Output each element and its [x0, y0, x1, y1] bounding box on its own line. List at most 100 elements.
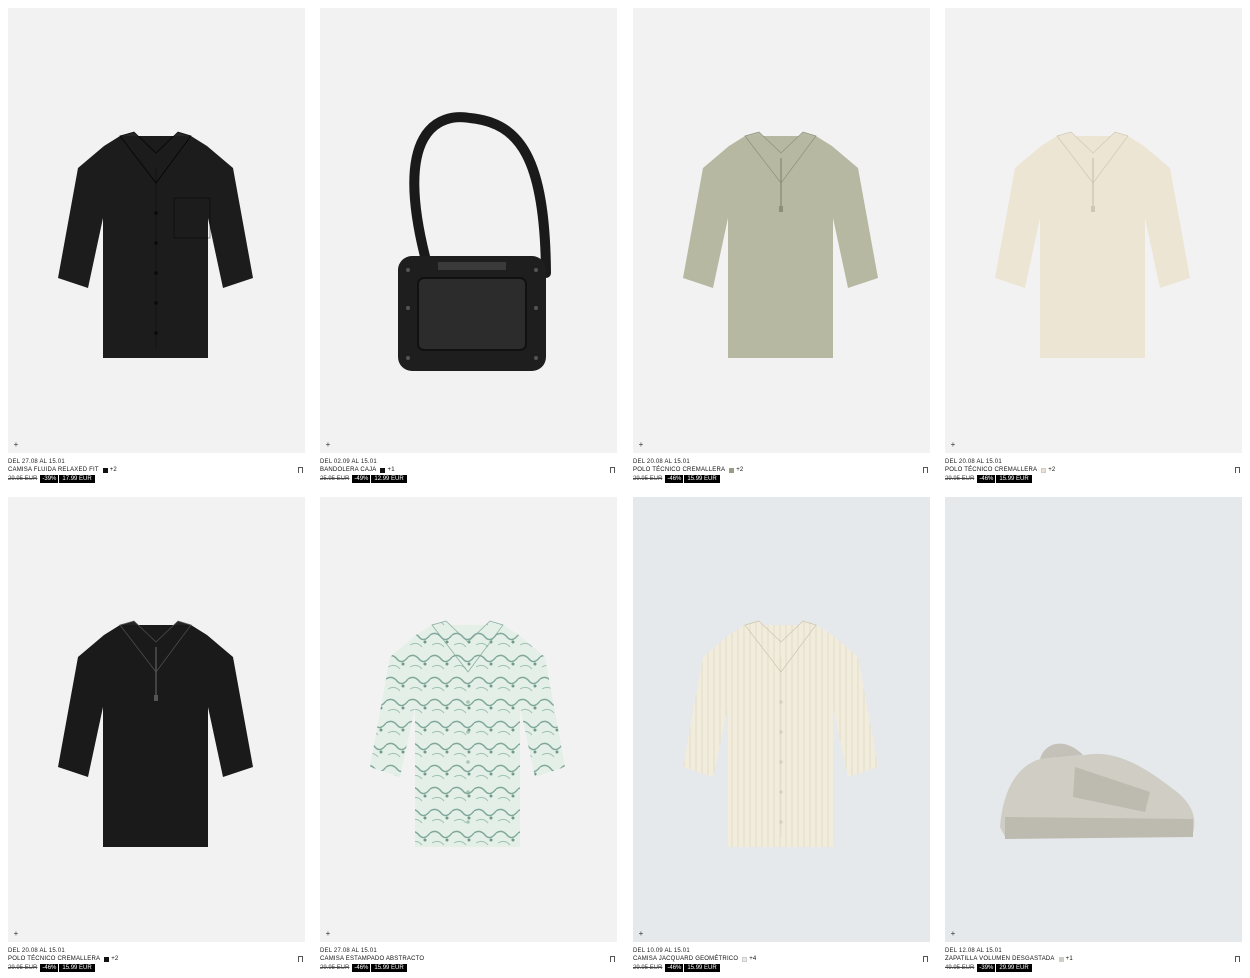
- original-price: 49.95 EUR: [945, 965, 975, 971]
- price-row: 29.95 EUR -46% 15.99 EUR: [320, 964, 617, 972]
- sale-price: 15.99 EUR: [371, 964, 407, 972]
- bookmark-icon[interactable]: [923, 467, 928, 473]
- color-swatch[interactable]: [742, 956, 748, 962]
- product-image[interactable]: +: [945, 8, 1242, 453]
- product-info: DEL 20.08 AL 15.01 POLO TÉCNICO CREMALLE…: [633, 453, 930, 487]
- color-count[interactable]: +2: [736, 466, 743, 474]
- original-price: 25.95 EUR: [320, 476, 350, 482]
- discount-badge: -46%: [977, 475, 996, 483]
- sale-price: 15.99 EUR: [996, 475, 1032, 483]
- discount-badge: -46%: [352, 964, 371, 972]
- offer-dates: DEL 20.08 AL 15.01: [945, 459, 1002, 465]
- bookmark-icon[interactable]: [298, 956, 303, 962]
- original-price: 29.95 EUR: [8, 476, 38, 482]
- color-count[interactable]: +2: [1048, 466, 1055, 474]
- product-name[interactable]: CAMISA FLUIDA RELAXED FIT: [8, 466, 99, 474]
- bookmark-icon[interactable]: [610, 467, 615, 473]
- add-to-cart-icon[interactable]: +: [637, 441, 645, 449]
- sale-price: 15.99 EUR: [684, 964, 720, 972]
- color-swatch[interactable]: [1041, 467, 1047, 473]
- product-image[interactable]: +: [8, 497, 305, 942]
- color-count[interactable]: +1: [387, 466, 394, 474]
- color-swatch[interactable]: [102, 467, 108, 473]
- bookmark-icon[interactable]: [298, 467, 303, 473]
- product-card[interactable]: + DEL 12.08 AL 15.01 ZAPATILLA VOLUMEN D…: [945, 497, 1242, 976]
- add-to-cart-icon[interactable]: +: [324, 441, 332, 449]
- bookmark-icon[interactable]: [1235, 956, 1240, 962]
- offer-dates: DEL 20.08 AL 15.01: [8, 948, 65, 954]
- product-name[interactable]: BANDOLERA CAJA: [320, 466, 376, 474]
- color-count[interactable]: +2: [111, 955, 118, 963]
- color-swatch[interactable]: [729, 467, 735, 473]
- discount-badge: -46%: [40, 964, 59, 972]
- sale-price: 12.99 EUR: [371, 475, 407, 483]
- offer-dates: DEL 12.08 AL 15.01: [945, 948, 1002, 954]
- offer-dates: DEL 27.08 AL 15.01: [320, 948, 377, 954]
- bookmark-icon[interactable]: [1235, 467, 1240, 473]
- product-info: DEL 12.08 AL 15.01 ZAPATILLA VOLUMEN DES…: [945, 942, 1242, 976]
- discount-badge: -39%: [977, 964, 996, 972]
- product-info: DEL 27.08 AL 15.01 CAMISA ESTAMPADO ABST…: [320, 942, 617, 976]
- original-price: 29.95 EUR: [320, 965, 350, 971]
- product-card[interactable]: + DEL 02.09 AL 15.01 BANDOLERA CAJA +1 2…: [320, 8, 617, 487]
- discount-badge: -39%: [40, 475, 59, 483]
- product-card[interactable]: + DEL 20.08 AL 15.01 POLO TÉCNICO CREMAL…: [945, 8, 1242, 487]
- sale-price: 15.99 EUR: [59, 964, 95, 972]
- price-row: 29.95 EUR -46% 15.99 EUR: [945, 475, 1242, 483]
- product-info: DEL 02.09 AL 15.01 BANDOLERA CAJA +1 25.…: [320, 453, 617, 487]
- add-to-cart-icon[interactable]: +: [12, 930, 20, 938]
- discount-badge: -46%: [665, 475, 684, 483]
- product-card[interactable]: + DEL 27.08 AL 15.01 CAMISA FLUIDA RELAX…: [8, 8, 305, 487]
- product-image[interactable]: +: [633, 497, 930, 942]
- product-name[interactable]: CAMISA ESTAMPADO ABSTRACTO: [320, 955, 424, 963]
- product-card[interactable]: + DEL 10.09 AL 15.01 CAMISA JACQUARD GEO…: [633, 497, 930, 976]
- product-image[interactable]: +: [633, 8, 930, 453]
- add-to-cart-icon[interactable]: +: [324, 930, 332, 938]
- product-image[interactable]: +: [320, 8, 617, 453]
- color-swatch[interactable]: [1058, 956, 1064, 962]
- color-count[interactable]: +1: [1066, 955, 1073, 963]
- price-row: 29.95 EUR -46% 15.99 EUR: [8, 964, 305, 972]
- product-name[interactable]: POLO TÉCNICO CREMALLERA: [8, 955, 100, 963]
- price-row: 29.95 EUR -39% 17.99 EUR: [8, 475, 305, 483]
- product-image[interactable]: +: [945, 497, 1242, 942]
- price-row: 29.95 EUR -46% 15.99 EUR: [633, 964, 930, 972]
- sale-price: 17.99 EUR: [59, 475, 95, 483]
- product-info: DEL 10.09 AL 15.01 CAMISA JACQUARD GEOMÉ…: [633, 942, 930, 976]
- product-info: DEL 27.08 AL 15.01 CAMISA FLUIDA RELAXED…: [8, 453, 305, 487]
- sale-price: 15.99 EUR: [684, 475, 720, 483]
- add-to-cart-icon[interactable]: +: [637, 930, 645, 938]
- price-row: 25.95 EUR -49% 12.99 EUR: [320, 475, 617, 483]
- product-card[interactable]: + DEL 27.08 AL 15.01 CAMISA ESTAMPADO AB…: [320, 497, 617, 976]
- product-image[interactable]: +: [8, 8, 305, 453]
- discount-badge: -49%: [352, 475, 371, 483]
- product-card[interactable]: + DEL 20.08 AL 15.01 POLO TÉCNICO CREMAL…: [8, 497, 305, 976]
- discount-badge: -46%: [665, 964, 684, 972]
- bookmark-icon[interactable]: [923, 956, 928, 962]
- original-price: 29.95 EUR: [8, 965, 38, 971]
- offer-dates: DEL 10.09 AL 15.01: [633, 948, 690, 954]
- product-name[interactable]: CAMISA JACQUARD GEOMÉTRICO: [633, 955, 738, 963]
- color-swatch[interactable]: [380, 467, 386, 473]
- product-info: DEL 20.08 AL 15.01 POLO TÉCNICO CREMALLE…: [945, 453, 1242, 487]
- color-count[interactable]: +4: [749, 955, 756, 963]
- price-row: 29.95 EUR -46% 15.99 EUR: [633, 475, 930, 483]
- bookmark-icon[interactable]: [610, 956, 615, 962]
- color-count[interactable]: +2: [110, 466, 117, 474]
- product-image[interactable]: +: [320, 497, 617, 942]
- product-card[interactable]: + DEL 20.08 AL 15.01 POLO TÉCNICO CREMAL…: [633, 8, 930, 487]
- offer-dates: DEL 02.09 AL 15.01: [320, 459, 377, 465]
- original-price: 29.95 EUR: [945, 476, 975, 482]
- offer-dates: DEL 27.08 AL 15.01: [8, 459, 65, 465]
- product-name[interactable]: POLO TÉCNICO CREMALLERA: [633, 466, 725, 474]
- original-price: 29.95 EUR: [633, 965, 663, 971]
- add-to-cart-icon[interactable]: +: [949, 441, 957, 449]
- sale-price: 29.99 EUR: [996, 964, 1032, 972]
- product-name[interactable]: POLO TÉCNICO CREMALLERA: [945, 466, 1037, 474]
- add-to-cart-icon[interactable]: +: [12, 441, 20, 449]
- original-price: 29.95 EUR: [633, 476, 663, 482]
- add-to-cart-icon[interactable]: +: [949, 930, 957, 938]
- color-swatch[interactable]: [104, 956, 110, 962]
- offer-dates: DEL 20.08 AL 15.01: [633, 459, 690, 465]
- product-name[interactable]: ZAPATILLA VOLUMEN DESGASTADA: [945, 955, 1055, 963]
